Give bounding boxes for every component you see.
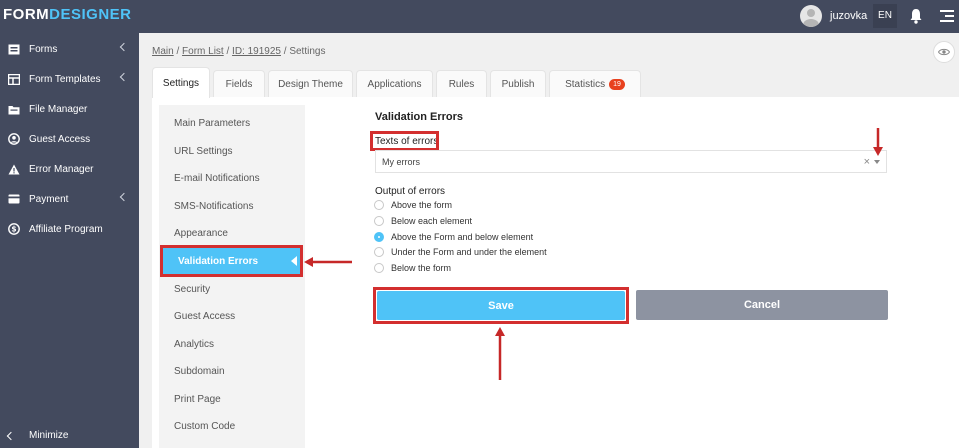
arrow-to-validation-errors bbox=[304, 257, 352, 267]
arrow-to-save-button bbox=[495, 327, 505, 380]
tab-label: Settings bbox=[162, 77, 200, 89]
arrow-to-dropdown-caret bbox=[873, 128, 883, 156]
tab-settings[interactable]: Settings bbox=[152, 67, 210, 98]
annotation-arrows bbox=[304, 128, 883, 380]
